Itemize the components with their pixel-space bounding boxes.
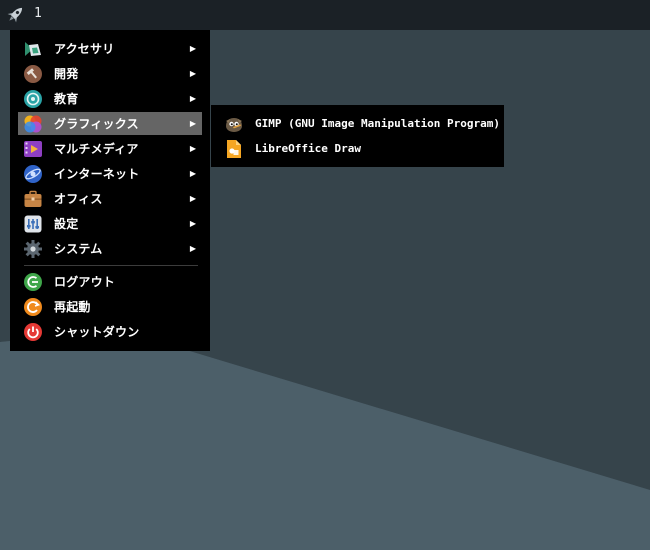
application-menu: アクセサリ ▶ 開発 ▶ 教育 ▶ グラフィックス ▶ マルチメディア ▶ イン… (10, 30, 210, 351)
menu-item-label: アクセサリ (54, 42, 115, 56)
submenu-arrow-icon: ▶ (189, 119, 197, 128)
menu-item-label: オフィス (54, 192, 103, 206)
submenu-item-label: LibreOffice Draw (255, 142, 361, 155)
settings-icon (23, 214, 43, 234)
accessories-icon (23, 39, 43, 59)
workspace-number[interactable]: 1 (34, 6, 42, 21)
education-icon (23, 89, 43, 109)
menu-item-multimedia[interactable]: マルチメディア ▶ (18, 137, 202, 160)
submenu-arrow-icon: ▶ (189, 44, 197, 53)
menu-item-label: 教育 (54, 92, 79, 106)
submenu-item-gimp[interactable]: GIMP (GNU Image Manipulation Program) (219, 112, 500, 135)
menu-item-accessories[interactable]: アクセサリ ▶ (18, 37, 202, 60)
submenu-arrow-icon: ▶ (189, 244, 197, 253)
menu-item-logout[interactable]: ログアウト (18, 270, 202, 293)
menu-item-office[interactable]: オフィス ▶ (18, 187, 202, 210)
multimedia-icon (23, 139, 43, 159)
submenu-arrow-icon: ▶ (189, 144, 197, 153)
menu-item-label: システム (54, 242, 103, 256)
development-icon (23, 64, 43, 84)
submenu-arrow-icon: ▶ (189, 219, 197, 228)
menu-item-label: インターネット (54, 167, 140, 181)
submenu-arrow-icon: ▶ (189, 169, 197, 178)
menu-item-shutdown[interactable]: シャットダウン (18, 320, 202, 343)
menu-separator (24, 265, 198, 266)
libreoffice-draw-icon (223, 138, 245, 160)
logout-icon (23, 272, 43, 292)
menu-item-graphics[interactable]: グラフィックス ▶ (18, 112, 202, 135)
top-panel: 1 (0, 0, 650, 30)
internet-icon (23, 164, 43, 184)
office-icon (23, 189, 43, 209)
menu-item-reboot[interactable]: 再起動 (18, 295, 202, 318)
menu-item-label: 開発 (54, 67, 79, 81)
submenu-item-libreoffice-draw[interactable]: LibreOffice Draw (219, 137, 361, 160)
menu-item-system[interactable]: システム ▶ (18, 237, 202, 260)
system-icon (23, 239, 43, 259)
menu-item-development[interactable]: 開発 ▶ (18, 62, 202, 85)
menu-item-label: 設定 (54, 217, 79, 231)
graphics-submenu: GIMP (GNU Image Manipulation Program) Li… (211, 105, 504, 167)
rocket-icon[interactable] (4, 4, 26, 26)
shutdown-icon (23, 322, 43, 342)
reboot-icon (23, 297, 43, 317)
gimp-icon (223, 113, 245, 135)
menu-item-label: マルチメディア (54, 142, 139, 156)
submenu-arrow-icon: ▶ (189, 69, 197, 78)
submenu-item-label: GIMP (GNU Image Manipulation Program) (255, 117, 501, 130)
menu-item-label: 再起動 (54, 300, 91, 314)
menu-item-internet[interactable]: インターネット ▶ (18, 162, 202, 185)
menu-item-label: ログアウト (54, 275, 116, 289)
menu-item-education[interactable]: 教育 ▶ (18, 87, 202, 110)
menu-item-label: シャットダウン (54, 325, 140, 339)
menu-item-settings[interactable]: 設定 ▶ (18, 212, 202, 235)
graphics-icon (23, 114, 43, 134)
menu-item-label: グラフィックス (54, 117, 139, 131)
submenu-arrow-icon: ▶ (189, 194, 197, 203)
submenu-arrow-icon: ▶ (189, 94, 197, 103)
